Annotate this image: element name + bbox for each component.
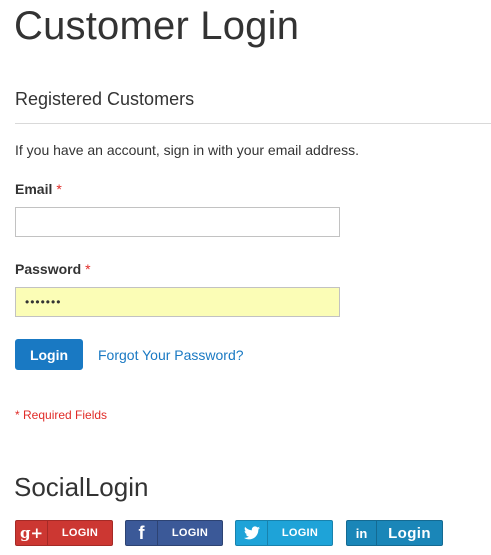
google-plus-icon: g+ — [16, 521, 48, 545]
registered-customers-title: Registered Customers — [15, 89, 195, 109]
linkedin-login-label: Login — [388, 524, 431, 542]
facebook-login-label: LOGIN — [171, 527, 209, 539]
page-title: Customer Login — [14, 4, 300, 48]
twitter-bird-icon — [236, 521, 268, 545]
password-label: Password * — [15, 260, 91, 278]
customer-login-page: Customer Login Registered Customers If y… — [0, 0, 491, 555]
password-field[interactable] — [15, 287, 340, 317]
linkedin-icon: in — [347, 521, 377, 545]
required-asterisk: * — [85, 261, 91, 277]
section-divider — [15, 123, 491, 124]
required-fields-note: * Required Fields — [15, 408, 108, 422]
email-label-text: Email — [15, 181, 53, 197]
twitter-login-button[interactable]: LOGIN — [235, 520, 333, 546]
password-label-text: Password — [15, 261, 82, 277]
linkedin-login-button[interactable]: in Login — [346, 520, 443, 546]
email-label: Email * — [15, 180, 62, 198]
twitter-login-label: LOGIN — [281, 527, 319, 539]
google-login-button[interactable]: g+ LOGIN — [15, 520, 113, 546]
email-field[interactable] — [15, 207, 340, 237]
social-login-title: SocialLogin — [14, 472, 149, 502]
login-instructions: If you have an account, sign in with you… — [15, 142, 359, 158]
facebook-login-button[interactable]: f LOGIN — [125, 520, 223, 546]
forgot-password-link[interactable]: Forgot Your Password? — [98, 346, 244, 364]
facebook-icon: f — [126, 521, 158, 545]
login-button[interactable]: Login — [15, 339, 83, 370]
google-login-label: LOGIN — [61, 527, 99, 539]
required-asterisk: * — [56, 181, 62, 197]
